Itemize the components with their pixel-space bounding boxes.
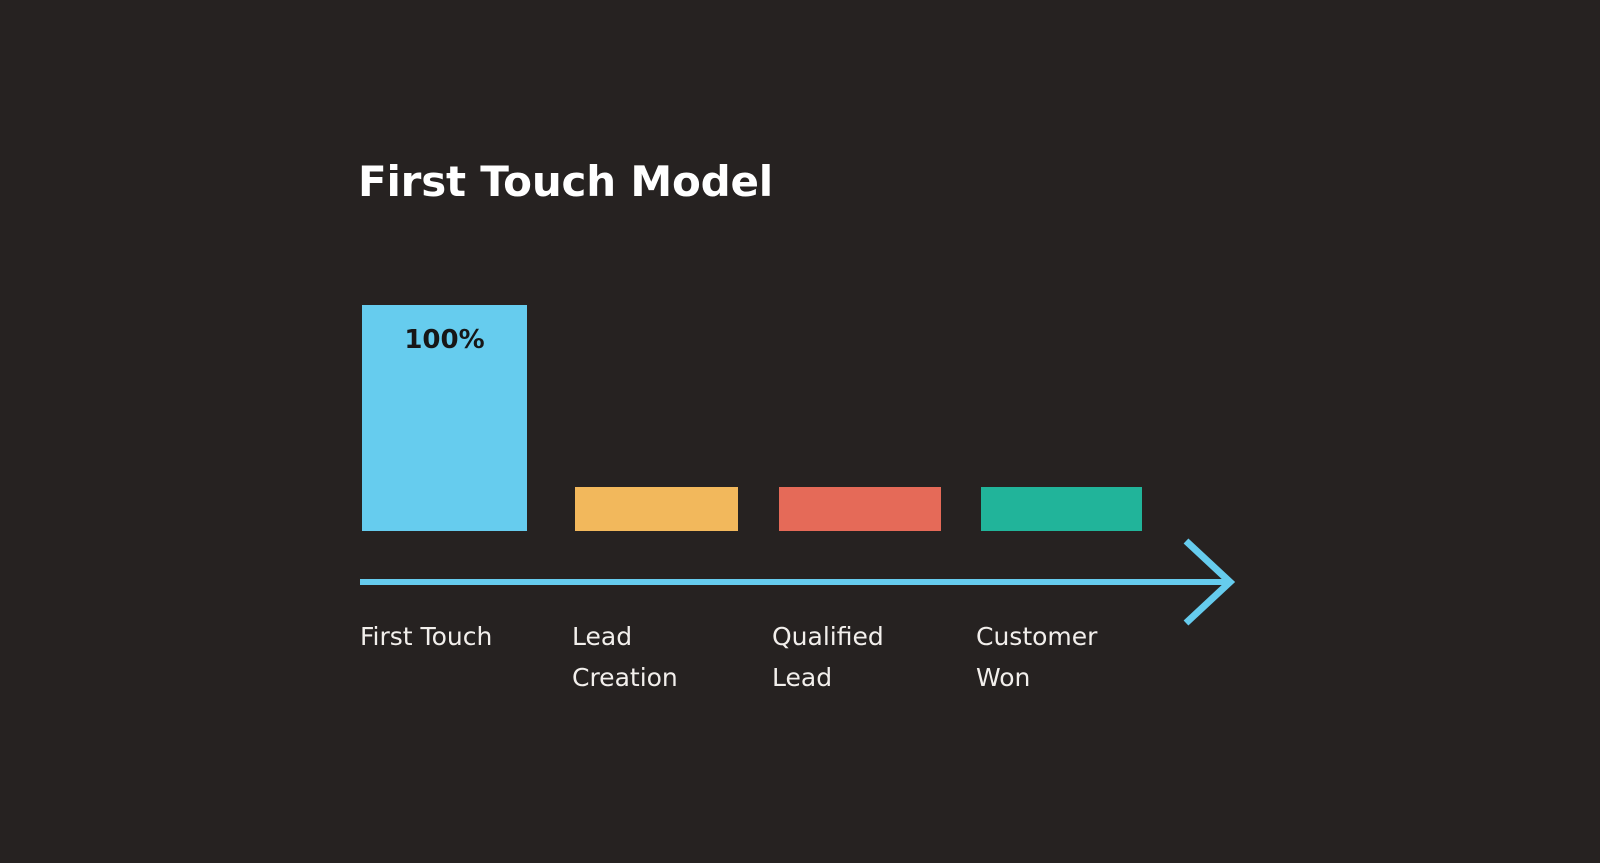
bar-first-touch[interactable]: 100% <box>362 305 527 531</box>
bar-qualified-lead[interactable] <box>779 487 941 531</box>
category-label-customer-won: Customer Won <box>976 622 1098 692</box>
first-touch-attribution-chart: 100% First Touch Lead Creation Qualified… <box>0 0 1600 863</box>
bar-customer-won[interactable] <box>981 487 1142 531</box>
category-label-lead-creation: Lead Creation <box>572 622 678 692</box>
slide-canvas: First Touch Model 100% First Touch Lead … <box>0 0 1600 863</box>
category-label-qualified-lead: Qualified Lead <box>772 622 884 692</box>
bar-lead-creation[interactable] <box>575 487 738 531</box>
category-label-first-touch: First Touch <box>360 622 493 651</box>
bar-value-label-first-touch: 100% <box>404 325 485 355</box>
